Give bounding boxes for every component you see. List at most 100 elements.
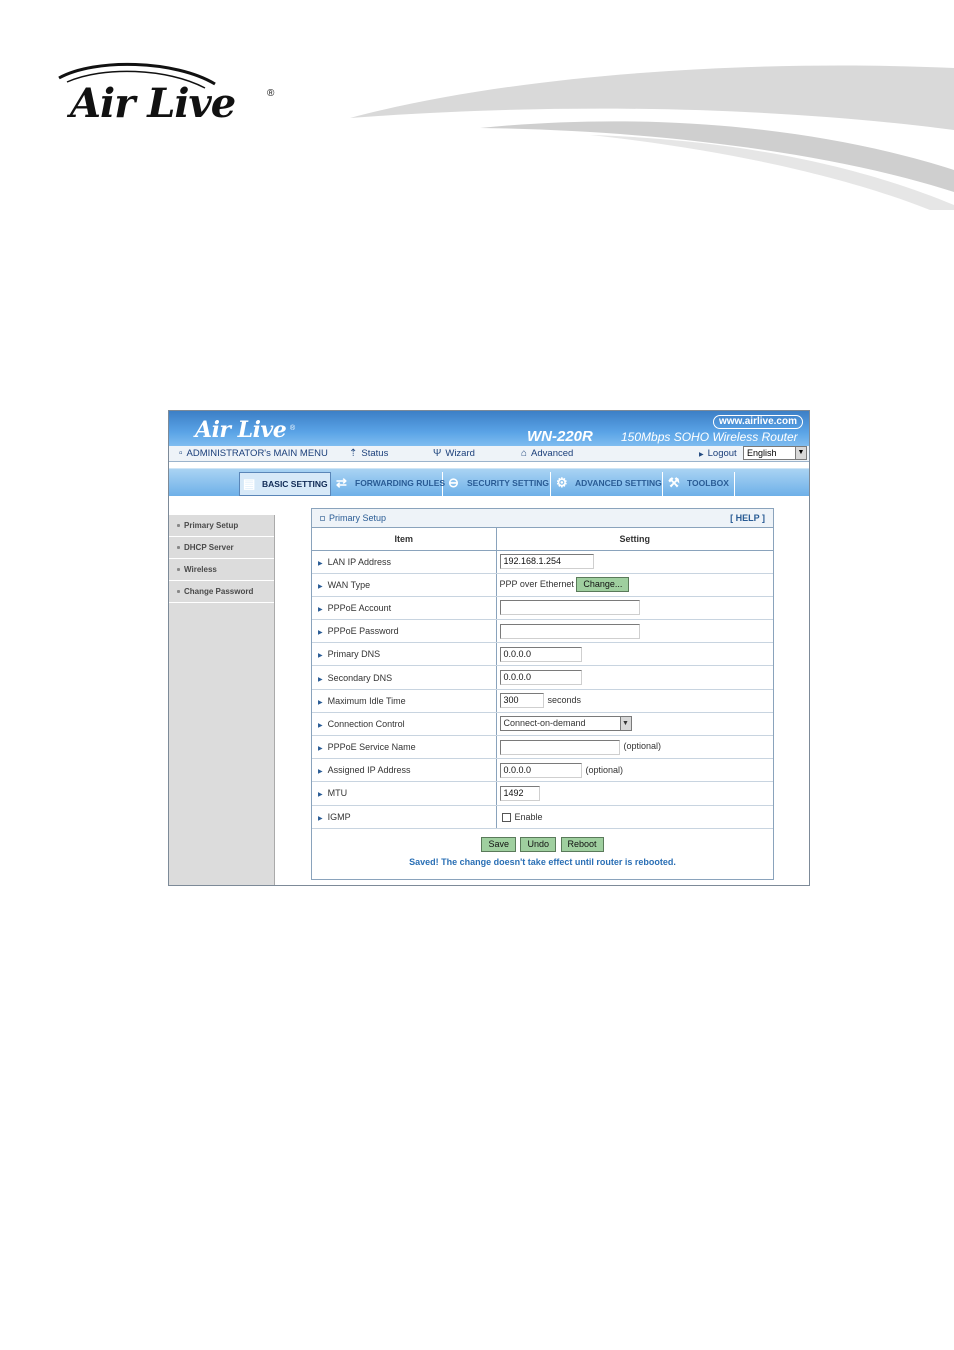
tab-advanced-setting[interactable]: ⚙ ADVANCED SETTING [553, 472, 663, 496]
menu-logout-label: Logout [707, 448, 737, 459]
tab-basic-setting-label: BASIC SETTING [262, 479, 328, 489]
row-label: MTU [327, 788, 348, 799]
banner-brand-registered: ® [290, 425, 296, 432]
seconds-label: seconds [547, 695, 582, 706]
wizard-icon: Ψ [433, 448, 442, 459]
tab-bar: ▤ BASIC SETTING ⇄ FORWARDING RULES ⊖ SECURI… [169, 468, 809, 496]
arrow-right-icon: ▶ [699, 452, 704, 458]
help-link[interactable]: [ HELP ] [730, 509, 765, 527]
mtu-input[interactable]: 1492 [499, 785, 540, 801]
sidebar-item-primary-setup[interactable]: Primary Setup [169, 515, 274, 537]
sidebar-item-label: DHCP Server [184, 543, 234, 552]
tab-basic-setting[interactable]: ▤ BASIC SETTING [239, 472, 331, 496]
arrow-right-icon: ▶ [318, 746, 323, 753]
folder-icon: ▤ [243, 476, 256, 491]
secondary-dns-input[interactable]: 0.0.0.0 [499, 670, 582, 686]
arrow-right-icon: ▶ [318, 792, 323, 799]
pppoe-service-name-input[interactable] [499, 739, 620, 755]
tab-toolbox-label: TOOLBOX [687, 478, 729, 488]
row-label-cell: ▶ Primary DNS [312, 642, 497, 667]
tab-toolbox[interactable]: ⚒ TOOLBOX [665, 472, 735, 496]
table-row: ▶ PPPoE Account [312, 596, 773, 621]
menu-advanced[interactable]: ⌂ Advanced [521, 448, 573, 459]
saved-status-message: Saved! The change doesn't take effect un… [409, 856, 676, 867]
row-label-cell: ▶ WAN Type [312, 573, 497, 597]
connection-control-value: Connect-on-demand [503, 718, 586, 729]
pppoe-password-input[interactable] [499, 623, 640, 639]
menu-main[interactable]: ▫ ADMINISTRATOR's MAIN MENU [179, 448, 328, 459]
menu-status-label: Status [361, 448, 389, 459]
table-row: ▶ PPPoE Service Name (optional) [312, 735, 773, 760]
table-row: ▶ LAN IP Address 192.168.1.254 [312, 550, 773, 574]
bullet-icon [177, 524, 180, 528]
table-row: ▶ MTU 1492 [312, 781, 773, 806]
undo-button[interactable]: Undo [520, 836, 556, 852]
arrow-right-icon: ▶ [318, 630, 323, 637]
row-label-cell: ▶ Maximum Idle Time [312, 689, 497, 713]
enable-label: Enable [514, 811, 543, 822]
igmp-enable-checkbox[interactable] [501, 812, 511, 822]
lock-icon: ⊖ [448, 475, 459, 490]
row-label: IGMP [327, 811, 351, 822]
tab-security-setting[interactable]: ⊖ SECURITY SETTING [445, 472, 551, 496]
tab-security-setting-label: SECURITY SETTING [467, 478, 550, 488]
reboot-button[interactable]: Reboot [560, 836, 604, 852]
sidebar-item-dhcp-server[interactable]: DHCP Server [169, 537, 274, 559]
table-row: ▶ Assigned IP Address 0.0.0.0 (optional) [312, 758, 773, 783]
max-idle-time-input[interactable]: 300 [499, 693, 544, 709]
sidebar-item-change-password[interactable]: Change Password [169, 581, 274, 603]
optional-label: (optional) [585, 764, 624, 775]
row-value-cell: 0.0.0.0 [496, 642, 773, 667]
arrow-right-icon: ▶ [318, 583, 323, 590]
row-value-cell: 1492 [496, 781, 773, 806]
row-label: Secondary DNS [327, 672, 393, 683]
connection-control-select[interactable]: Connect-on-demand ▼ [499, 716, 632, 732]
arrow-right-icon: ▶ [318, 606, 323, 613]
arrow-right-icon: ▶ [318, 815, 323, 822]
logo-registered-mark: ® [267, 88, 275, 99]
assigned-ip-input[interactable]: 0.0.0.0 [499, 762, 582, 778]
row-label-cell: ▶ PPPoE Password [312, 619, 497, 644]
save-button[interactable]: Save [481, 836, 516, 852]
sidebar: Primary Setup DHCP Server Wireless Chang… [169, 515, 275, 885]
primary-dns-input[interactable]: 0.0.0.0 [499, 646, 582, 662]
website-link[interactable]: www.airlive.com [713, 415, 803, 429]
model-description: 150Mbps SOHO Wireless Router [621, 430, 798, 444]
main-menu-bar: ▫ ADMINISTRATOR's MAIN MENU ⇡ Status Ψ Wiza… [169, 446, 809, 462]
arrow-right-icon: ▶ [318, 676, 323, 683]
action-buttons: Save Undo Reboot [312, 829, 773, 852]
row-value-cell [496, 619, 773, 644]
row-label: LAN IP Address [327, 556, 391, 567]
row-label-cell: ▶ PPPoE Account [312, 596, 497, 621]
row-label: Primary DNS [327, 649, 381, 660]
row-label: PPPoE Service Name [327, 742, 416, 753]
row-label-cell: ▶ Connection Control [312, 712, 497, 737]
pppoe-account-input[interactable] [499, 600, 640, 616]
arrow-right-icon: ▶ [318, 722, 323, 729]
arrows-icon: ⇄ [336, 475, 347, 490]
menu-wizard[interactable]: Ψ Wizard [433, 448, 475, 459]
menu-logout[interactable]: ▶ Logout [699, 448, 737, 459]
arrow-right-icon: ▶ [318, 653, 323, 660]
language-select[interactable]: English ▼ [743, 446, 807, 460]
row-value-cell [496, 596, 773, 621]
row-value-cell: 0.0.0.0 [496, 665, 773, 690]
square-bullet-icon [320, 516, 325, 521]
model-name: WN-220R [527, 428, 593, 445]
settings-table: Item Setting ▶ LAN IP Address 192.168.1.2… [312, 528, 773, 829]
row-label-cell: ▶ IGMP [312, 805, 497, 829]
menu-status[interactable]: ⇡ Status [349, 448, 388, 459]
table-header-row: Item Setting [312, 528, 773, 551]
row-label: Connection Control [327, 718, 405, 729]
tab-forwarding-rules[interactable]: ⇄ FORWARDING RULES [333, 472, 445, 496]
row-value-cell: Enable [496, 805, 773, 829]
row-label: PPPoE Password [327, 626, 399, 637]
change-wan-type-button[interactable]: Change... [576, 577, 630, 593]
lan-ip-address-input[interactable]: 192.168.1.254 [499, 554, 594, 570]
row-value-cell: PPP over Ethernet Change... [496, 573, 773, 597]
bullet-icon [177, 546, 180, 550]
header-swoosh-graphic [350, 65, 954, 210]
arrow-right-icon: ▶ [318, 560, 323, 567]
table-row: ▶ Maximum Idle Time 300 seconds [312, 689, 773, 713]
sidebar-item-wireless[interactable]: Wireless [169, 559, 274, 581]
